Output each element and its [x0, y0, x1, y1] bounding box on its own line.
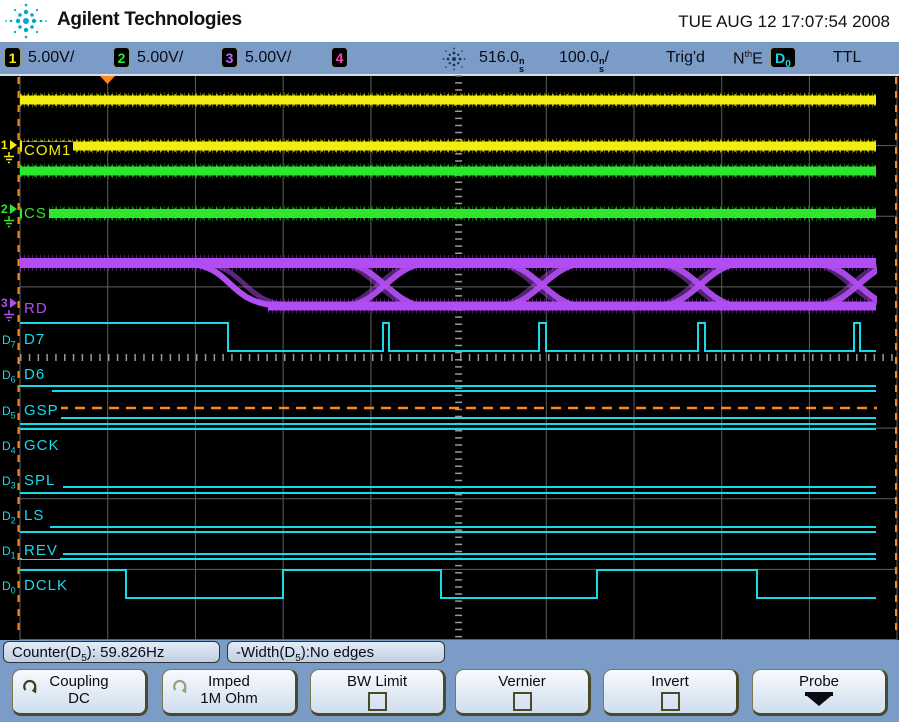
ch1-trace [20, 100, 876, 146]
channel-3-badge[interactable]: 3 [221, 47, 238, 68]
status-bar: 1 5.00V/ 2 5.00V/ 3 5.00V/ 4 516.0ns 100… [0, 42, 899, 75]
d7-trace [20, 323, 876, 351]
d3-label: SPL [22, 472, 57, 489]
vernier-softkey[interactable]: Vernier [455, 669, 591, 716]
d4-indicator[interactable]: D4 [2, 439, 16, 457]
d5-label: GSP [22, 402, 61, 419]
ch1-marker-icon[interactable]: 1 [1, 138, 17, 163]
brand-title: Agilent Technologies [57, 9, 242, 31]
svg-text:3: 3 [1, 296, 8, 310]
submenu-arrow-icon [802, 692, 836, 707]
trigger-source-badge[interactable]: D0 [770, 47, 796, 68]
d0-indicator[interactable]: D0 [2, 579, 16, 597]
d2-trace [20, 527, 876, 532]
d6-label: D6 [22, 366, 47, 383]
snowflake-icon [441, 46, 467, 72]
d4-label: GCK [22, 437, 62, 454]
channel-2-scale: 5.00V/ [137, 49, 183, 67]
impedance-softkey[interactable]: Imped 1M Ohm [162, 669, 298, 716]
width-readout: -Width(D5):No edges [227, 641, 445, 663]
counter-readout: Counter(D5): 59.826Hz [3, 641, 220, 663]
rotate-knob-icon [21, 678, 39, 696]
datetime: TUE AUG 12 17:07:54 2008 [678, 12, 890, 32]
d1-indicator[interactable]: D1 [2, 544, 16, 562]
d6-trace [20, 386, 876, 391]
svg-text:2: 2 [1, 202, 8, 216]
timebase-readout: 100.0ns/ [559, 49, 609, 73]
d3-indicator[interactable]: D3 [2, 474, 16, 492]
d6-indicator[interactable]: D6 [2, 368, 16, 386]
digital-traces [20, 323, 876, 598]
ch2-label: CS [22, 205, 49, 222]
svg-text:1: 1 [1, 138, 8, 152]
channel-3-scale: 5.00V/ [245, 49, 291, 67]
d1-trace [20, 554, 876, 559]
coupling-softkey[interactable]: Coupling DC [12, 669, 148, 716]
ch1-label: COM1 [22, 142, 73, 159]
header: Agilent Technologies TUE AUG 12 17:07:54… [0, 0, 899, 42]
ch2-marker-icon[interactable]: 2 [1, 202, 17, 227]
d1-label: REV [22, 542, 60, 559]
d0-label: DCLK [22, 577, 70, 594]
d0-trace [20, 570, 876, 598]
d7-label: D7 [22, 331, 47, 348]
d5-indicator[interactable]: D5 [2, 404, 16, 422]
graticule [20, 75, 897, 640]
channel-1-badge[interactable]: 1 [4, 47, 21, 68]
invert-checkbox[interactable] [661, 692, 680, 711]
trigger-marker-icon[interactable] [100, 76, 115, 84]
ch3-trace [20, 263, 894, 306]
d3-trace [20, 487, 876, 493]
channel-1-scale: 5.00V/ [28, 49, 74, 67]
trigger-status: Trig'd [666, 49, 705, 67]
d2-label: LS [22, 507, 46, 524]
invert-softkey[interactable]: Invert [603, 669, 739, 716]
channel-4-badge[interactable]: 4 [331, 47, 348, 68]
d7-indicator[interactable]: D7 [2, 333, 16, 351]
delay-readout: 516.0ns [479, 49, 525, 73]
ch2-trace [20, 171, 876, 214]
waveform-canvas: 1 2 3 [0, 75, 899, 640]
channel-2-badge[interactable]: 2 [113, 47, 130, 68]
trigger-level: TTL [833, 49, 861, 67]
bw-limit-softkey[interactable]: BW Limit [310, 669, 446, 716]
rotate-knob-icon [171, 678, 189, 696]
measurement-bar: Counter(D5): 59.826Hz -Width(D5):No edge… [0, 640, 899, 666]
waveform-display: 1 2 3 COM1 CS RD D7 D6 GSP GCK SPL LS RE… [0, 75, 899, 640]
d2-indicator[interactable]: D2 [2, 509, 16, 527]
bw-limit-checkbox[interactable] [368, 692, 387, 711]
vernier-checkbox[interactable] [513, 692, 532, 711]
ch3-label: RD [22, 300, 50, 317]
probe-softkey[interactable]: Probe [752, 669, 888, 716]
oscilloscope-screen: Agilent Technologies TUE AUG 12 17:07:54… [0, 0, 899, 722]
agilent-spark-logo-icon [4, 1, 48, 42]
trigger-mode: NthE [733, 49, 763, 68]
softkey-menu: Coupling DC Imped 1M Ohm BW Limit Vernie… [0, 666, 899, 722]
ch3-marker-icon[interactable]: 3 [1, 296, 17, 321]
d5-trace [20, 418, 876, 424]
